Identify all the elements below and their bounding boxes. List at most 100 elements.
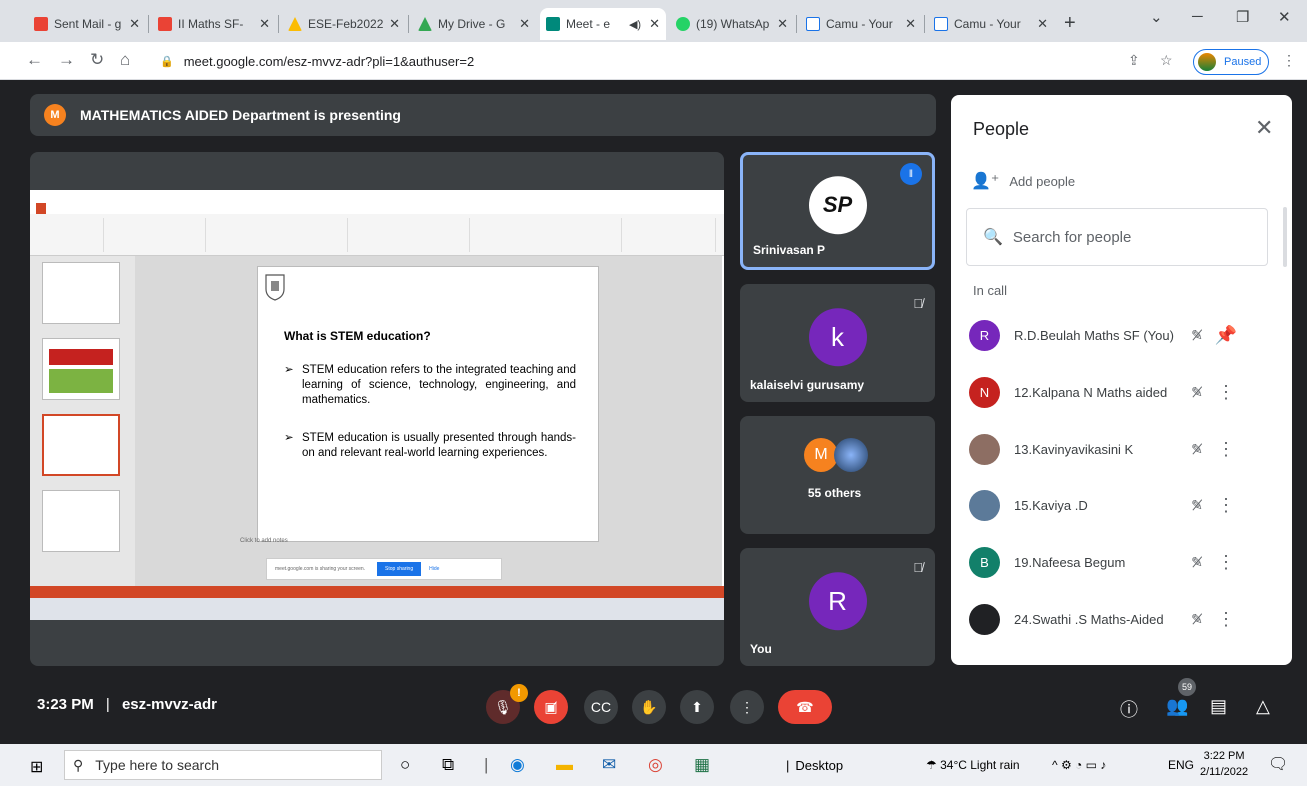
profile-paused-button[interactable]: Paused: [1193, 49, 1269, 75]
more-options-icon[interactable]: ⋮: [1212, 609, 1240, 630]
excel-icon[interactable]: ▦: [694, 755, 710, 775]
cortana-icon[interactable]: ○: [400, 755, 410, 775]
tray-icons[interactable]: ^ ⚙ ◔ ▭ ♪: [1052, 758, 1106, 772]
people-search-input[interactable]: 🔍 Search for people: [966, 208, 1268, 266]
audio-playing-icon[interactable]: ◀): [629, 18, 641, 31]
menu-kebab-icon[interactable]: ⋮: [1282, 52, 1296, 69]
tab-camu-2[interactable]: Camu - Your ✕: [928, 8, 1054, 40]
leave-call-button[interactable]: ☎: [778, 690, 832, 724]
meet-stage: M MATHEMATICS AIDED Department is presen…: [0, 80, 1307, 744]
mail-icon[interactable]: ✉: [602, 755, 616, 775]
slide-bullet: ➢ STEM education refers to the integrate…: [284, 364, 576, 406]
close-tab-icon[interactable]: ✕: [519, 16, 530, 32]
mic-off-icon[interactable]: ✎̸: [1182, 441, 1212, 458]
mic-off-icon[interactable]: ✎̸: [1182, 384, 1212, 401]
new-tab-button[interactable]: +: [1064, 12, 1076, 35]
participant-avatar: R: [969, 319, 1000, 351]
mic-off-icon[interactable]: ✎̸: [1182, 554, 1212, 571]
back-icon[interactable]: ←: [26, 50, 43, 70]
people-panel: People ✕ 👤⁺ Add people 🔍 Search for peop…: [951, 95, 1292, 665]
participant-row[interactable]: 15.Kaviya .D ✎̸ ⋮: [969, 487, 1269, 523]
bookmark-star-icon[interactable]: ☆: [1160, 52, 1173, 69]
meet-control-bar: 3:23 PM | esz-mvvz-adr 🎙 ! ▣̸ CC ✋ ⬆ ⋮ ☎…: [0, 678, 1307, 744]
close-tab-icon[interactable]: ✕: [777, 16, 788, 32]
tab-search-icon[interactable]: ⌄: [1150, 8, 1163, 26]
tab-ii-maths[interactable]: II Maths SF- ✕: [152, 8, 276, 40]
chat-icon[interactable]: ▤: [1210, 696, 1227, 717]
mic-off-icon[interactable]: ✎̸: [1182, 327, 1212, 344]
close-tab-icon[interactable]: ✕: [1037, 16, 1048, 32]
mic-off-icon[interactable]: ✎̸: [1182, 497, 1212, 514]
close-window-icon[interactable]: ✕: [1278, 8, 1291, 26]
edge-icon[interactable]: ◉: [510, 755, 525, 775]
mic-off-icon[interactable]: ✎̸: [1182, 611, 1212, 628]
participant-row[interactable]: B 19.Nafeesa Begum ✎̸ ⋮: [969, 544, 1269, 580]
tab-sent-mail[interactable]: Sent Mail - g ✕: [28, 8, 146, 40]
minimize-icon[interactable]: ─: [1192, 8, 1203, 25]
captions-button[interactable]: CC: [584, 690, 618, 724]
close-tab-icon[interactable]: ✕: [905, 16, 916, 32]
meet-icon: [546, 17, 560, 31]
participant-tile-kalaiselvi[interactable]: 🎙̸ k kalaiselvi gurusamy: [740, 284, 935, 402]
close-tab-icon[interactable]: ✕: [649, 16, 660, 32]
more-options-icon[interactable]: ⋮: [1212, 495, 1240, 516]
input-language[interactable]: ENG: [1168, 758, 1194, 772]
tab-my-drive[interactable]: My Drive - G ✕: [412, 8, 536, 40]
tab-whatsapp[interactable]: (19) WhatsAp ✕: [670, 8, 794, 40]
participant-avatar: B: [969, 546, 1000, 578]
tab-title: Sent Mail - g: [54, 17, 122, 31]
pp-file-tab: [36, 203, 46, 214]
task-view-icon[interactable]: ⧉: [442, 755, 454, 775]
home-icon[interactable]: ⌂: [120, 50, 130, 70]
tab-separator: [924, 15, 925, 33]
people-icon[interactable]: 👥: [1166, 696, 1188, 717]
close-tab-icon[interactable]: ✕: [129, 16, 140, 32]
desktop-toolbar[interactable]: | Desktop: [786, 758, 843, 773]
more-options-icon[interactable]: ⋮: [1212, 439, 1240, 460]
participant-tile-srinivasan[interactable]: ‖ SP Srinivasan P: [740, 152, 935, 270]
close-tab-icon[interactable]: ✕: [389, 16, 400, 32]
system-clock[interactable]: 3:22 PM 2/11/2022: [1200, 748, 1248, 780]
participant-avatar: R: [808, 572, 867, 631]
presentation-tile[interactable]: What is STEM education? ➢ STEM education…: [30, 152, 724, 666]
tab-title: Meet - e: [566, 17, 611, 31]
participant-row[interactable]: N 12.Kalpana N Maths aided ✎̸ ⋮: [969, 374, 1269, 410]
address-bar[interactable]: 🔒 meet.google.com/esz-mvvz-adr?pli=1&aut…: [150, 47, 1180, 75]
info-icon[interactable]: ⓘ: [1120, 696, 1138, 722]
bullet-arrow-icon: ➢: [284, 432, 294, 444]
chrome-icon[interactable]: ◎: [648, 755, 663, 775]
pin-icon[interactable]: 📌: [1212, 325, 1240, 346]
add-people-button[interactable]: 👤⁺ Add people: [971, 171, 1075, 191]
notification-center-icon[interactable]: 🗨: [1268, 754, 1288, 774]
forward-icon[interactable]: →: [58, 50, 75, 70]
tab-ese-feb[interactable]: ESE-Feb2022 ✕: [282, 8, 406, 40]
participant-tile-you[interactable]: 🎙̸ R You: [740, 548, 935, 666]
scrollbar[interactable]: [1283, 207, 1287, 267]
participant-row[interactable]: R R.D.Beulah Maths SF (You) ✎̸ 📌: [969, 317, 1269, 353]
close-tab-icon[interactable]: ✕: [259, 16, 270, 32]
present-now-button[interactable]: ⬆: [680, 690, 714, 724]
participant-tile-others[interactable]: M 55 others: [740, 416, 935, 534]
search-icon: 🔍: [983, 229, 1003, 246]
tab-meet[interactable]: Meet - e ◀) ✕: [540, 8, 666, 40]
weather-widget[interactable]: ☂ 34°C Light rain: [926, 758, 1020, 772]
participant-row[interactable]: 24.Swathi .S Maths-Aided ✎̸ ⋮: [969, 601, 1269, 637]
lock-icon[interactable]: 🔒: [160, 55, 174, 68]
close-icon[interactable]: ✕: [1255, 115, 1273, 141]
reload-icon[interactable]: ↻: [90, 50, 104, 70]
more-options-icon[interactable]: ⋮: [1212, 382, 1240, 403]
drive-icon: [418, 17, 432, 31]
participant-row[interactable]: 13.Kavinyavikasini K ✎̸ ⋮: [969, 431, 1269, 467]
windows-start-icon[interactable]: ⊞: [30, 757, 43, 777]
share-icon[interactable]: ⇪: [1128, 52, 1140, 69]
file-explorer-icon[interactable]: ▬: [556, 755, 573, 775]
more-options-button[interactable]: ⋮: [730, 690, 764, 724]
raise-hand-button[interactable]: ✋: [632, 690, 666, 724]
restore-icon[interactable]: ❐: [1236, 8, 1249, 26]
tab-camu-1[interactable]: Camu - Your ✕: [800, 8, 922, 40]
mic-off-icon: 🎙: [494, 698, 512, 715]
camera-toggle-button[interactable]: ▣̸: [534, 690, 568, 724]
more-options-icon[interactable]: ⋮: [1212, 552, 1240, 573]
activities-icon[interactable]: △: [1256, 696, 1270, 717]
taskbar-search-input[interactable]: ⚲ Type here to search: [64, 750, 382, 780]
